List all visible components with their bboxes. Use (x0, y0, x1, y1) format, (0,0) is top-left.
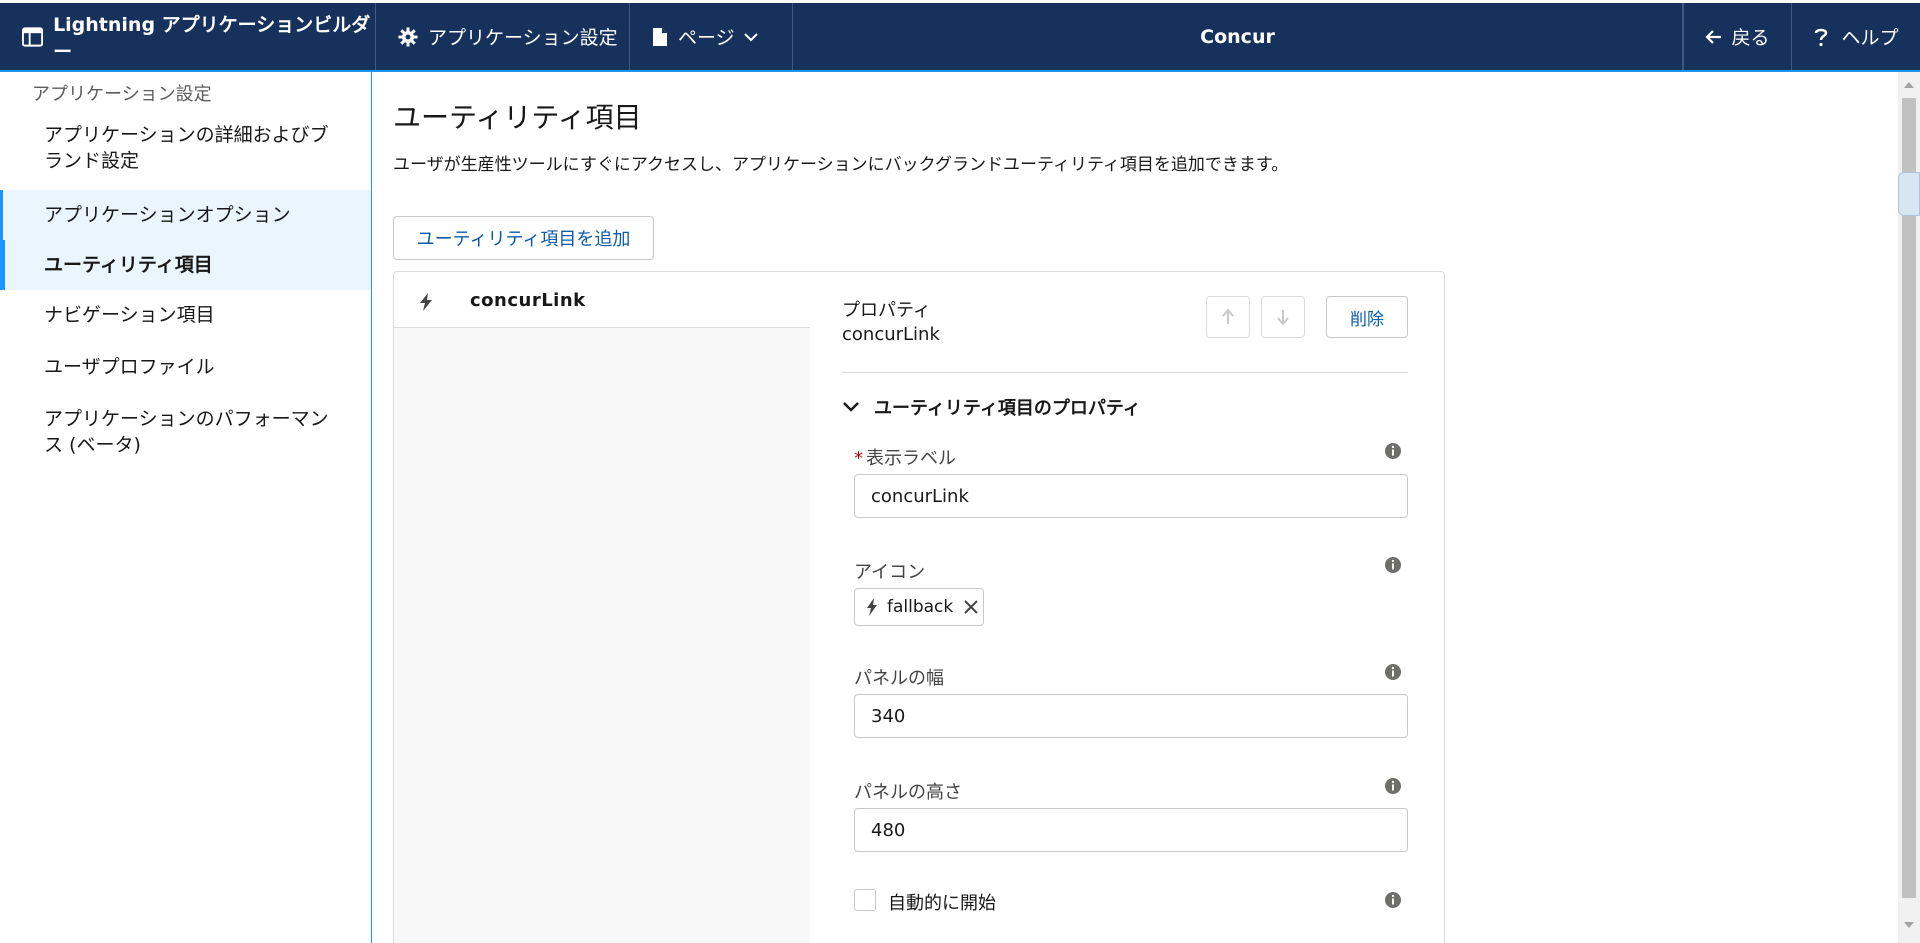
icon-pill[interactable]: fallback (854, 588, 984, 626)
move-up-button[interactable] (1206, 296, 1250, 338)
page-menu-button[interactable]: ページ (630, 3, 793, 70)
app-header: Lightning アプリケーションビルダー アプリケーション設定 ページ Co… (0, 0, 1920, 72)
page-title: ユーティリティ項目 (393, 101, 642, 134)
add-utility-item-button[interactable]: ユーティリティ項目を追加 (393, 216, 654, 260)
arrow-down-icon (1277, 310, 1289, 326)
list-item-label: concurLink (470, 290, 586, 311)
side-panel-handle[interactable] (1898, 172, 1920, 216)
required-marker: * (854, 448, 863, 469)
arrow-left-icon (1705, 29, 1722, 44)
arrow-up-icon (1222, 308, 1234, 324)
bolt-icon (420, 293, 432, 311)
scroll-down-icon[interactable] (1903, 920, 1915, 930)
back-button[interactable]: 戻る (1683, 3, 1792, 70)
utility-items-panel: concurLink プロパティ concurLink 削除 ユーティリティ項目… (393, 271, 1445, 943)
icon-field-label: アイコン (854, 562, 926, 583)
section-title: ユーティリティ項目のプロパティ (874, 398, 1141, 419)
properties-item-name: concurLink (842, 324, 940, 345)
label-input[interactable] (854, 474, 1408, 518)
sidebar-item-label: ユーザプロファイル (44, 356, 215, 378)
page-description: ユーザが生産性ツールにすぐにアクセスし、アプリケーションにバックグランドユーティ… (393, 155, 1289, 175)
info-icon[interactable] (1384, 556, 1402, 574)
page-menu-label: ページ (678, 27, 735, 49)
help-button[interactable]: ヘルプ (1792, 3, 1920, 70)
list-item[interactable]: concurLink (394, 272, 810, 328)
divider (842, 372, 1408, 373)
info-icon[interactable] (1384, 442, 1402, 460)
sidebar-item-utility-items[interactable]: ユーティリティ項目 (0, 240, 371, 290)
app-title: Concur (793, 3, 1683, 70)
app-settings-button[interactable]: アプリケーション設定 (376, 3, 630, 70)
panel-height-input[interactable] (854, 808, 1408, 852)
sidebar-item-label: ナビゲーション項目 (44, 304, 215, 326)
icon-pill-label: fallback (887, 597, 954, 617)
panel-height-label: パネルの高さ (854, 782, 962, 803)
chevron-down-icon (743, 32, 758, 41)
sidebar-item-app-details[interactable]: アプリケーションの詳細およびブランド設定 (0, 118, 371, 178)
scroll-up-icon[interactable] (1903, 80, 1915, 90)
gear-icon (398, 27, 418, 46)
help-label: ヘルプ (1841, 27, 1899, 49)
bolt-icon (867, 598, 877, 616)
delete-button[interactable]: 削除 (1326, 296, 1408, 338)
main-content: ユーティリティ項目 ユーザが生産性ツールにすぐにアクセスし、アプリケーションにバ… (373, 72, 1898, 943)
sidebar-item-app-options[interactable]: アプリケーションオプション (0, 190, 371, 240)
sidebar-item-app-performance[interactable]: アプリケーションのパフォーマンス (ベータ) (0, 402, 371, 462)
back-label: 戻る (1731, 27, 1770, 49)
brand-label: Lightning アプリケーションビルダー (53, 13, 371, 63)
document-icon (653, 27, 667, 46)
sidebar-item-navigation-items[interactable]: ナビゲーション項目 (0, 290, 371, 340)
autostart-label: 自動的に開始 (888, 893, 996, 914)
utility-items-list: concurLink (394, 272, 810, 943)
move-down-button[interactable] (1261, 296, 1305, 338)
sidebar-item-label: アプリケーションの詳細およびブランド設定 (44, 124, 329, 172)
scrollbar-thumb[interactable] (1902, 98, 1916, 898)
close-icon[interactable] (963, 599, 979, 615)
properties-pane: プロパティ concurLink 削除 ユーティリティ項目のプロパティ * 表示… (842, 272, 1414, 943)
info-icon[interactable] (1384, 777, 1402, 795)
sidebar-item-label: アプリケーションオプション (44, 204, 291, 226)
sidebar-item-label: アプリケーションのパフォーマンス (ベータ) (44, 408, 329, 456)
settings-sidebar: アプリケーション設定 アプリケーションの詳細およびブランド設定 アプリケーション… (0, 72, 372, 943)
question-mark-icon (1815, 28, 1828, 46)
properties-section-toggle[interactable]: ユーティリティ項目のプロパティ (842, 394, 1141, 420)
panel-width-label: パネルの幅 (854, 668, 944, 689)
app-builder-brand: Lightning アプリケーションビルダー (0, 3, 376, 70)
label-field-label: * 表示ラベル (854, 448, 956, 469)
sidebar-item-label: ユーティリティ項目 (44, 254, 213, 276)
autostart-checkbox[interactable] (854, 889, 876, 911)
chevron-down-icon (843, 402, 859, 412)
sidebar-heading: アプリケーション設定 (32, 84, 212, 105)
properties-kicker: プロパティ (842, 300, 931, 321)
info-icon[interactable] (1384, 663, 1402, 681)
info-icon[interactable] (1384, 891, 1402, 909)
layout-grid-icon (22, 26, 44, 47)
sidebar-item-user-profiles[interactable]: ユーザプロファイル (0, 342, 371, 392)
panel-width-input[interactable] (854, 694, 1408, 738)
app-settings-label: アプリケーション設定 (428, 27, 618, 49)
